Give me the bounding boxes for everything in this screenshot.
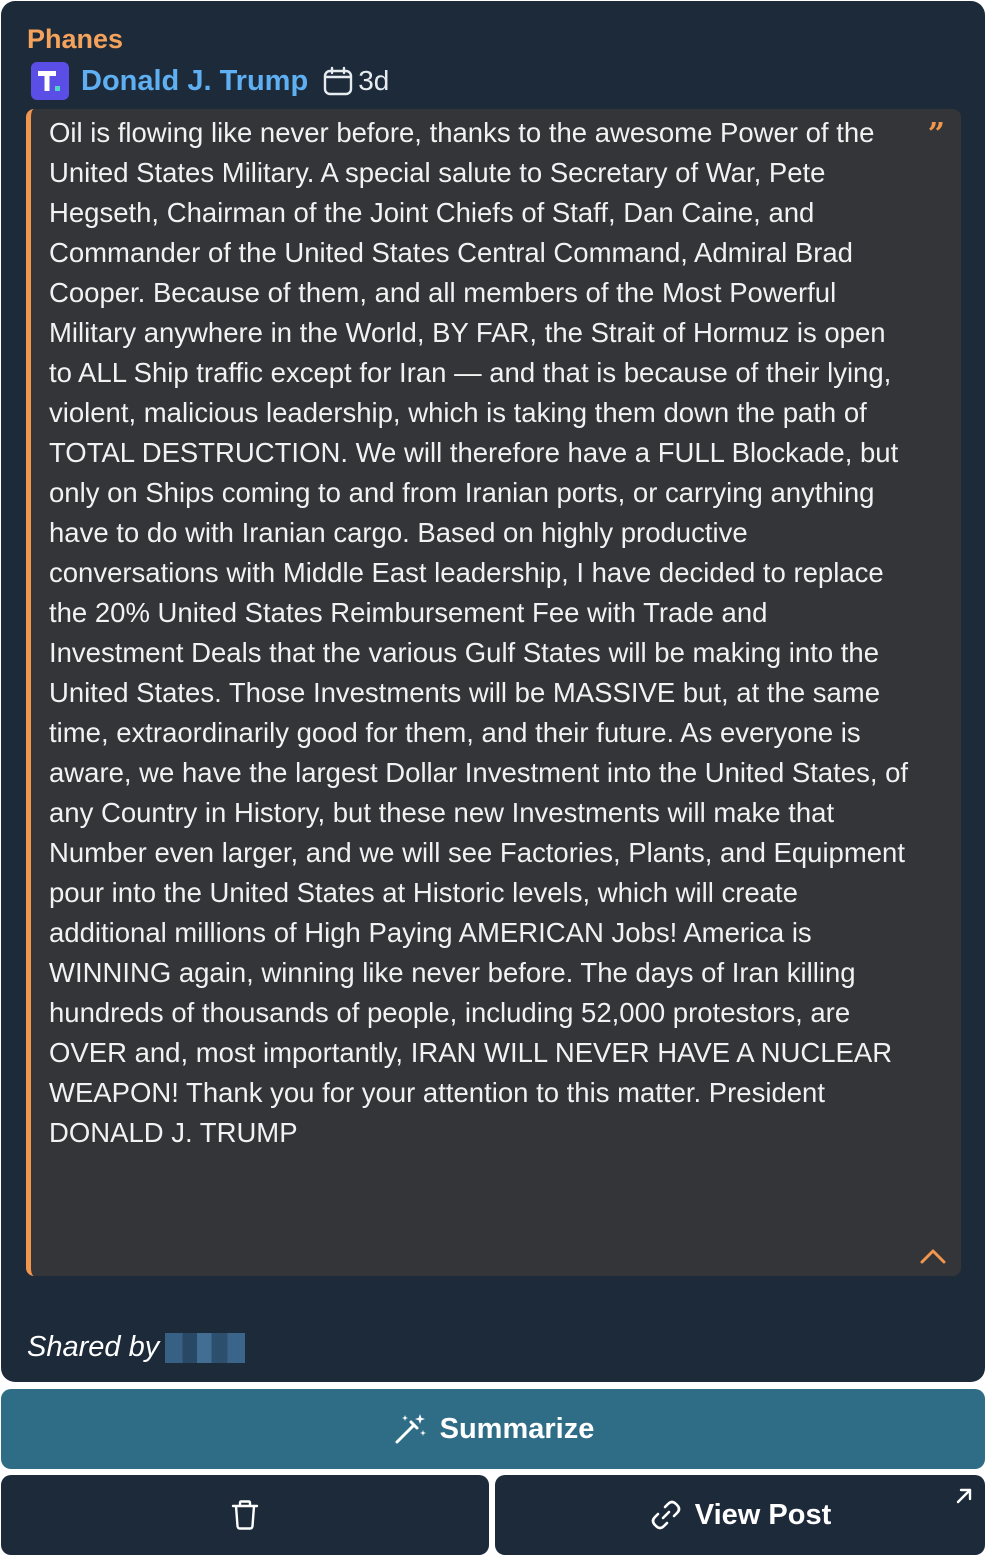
truth-social-icon xyxy=(31,62,69,100)
quote-icon: ” xyxy=(927,117,945,152)
magic-wand-icon xyxy=(395,1414,426,1444)
shared-by: Shared by xyxy=(27,1331,246,1364)
view-post-button[interactable]: View Post xyxy=(495,1475,985,1555)
shared-label: Shared by xyxy=(27,1331,160,1363)
author-name[interactable]: Donald J. Trump xyxy=(81,65,308,98)
calendar-icon xyxy=(323,66,353,96)
external-link-icon xyxy=(956,1488,972,1504)
link-icon xyxy=(651,1500,681,1530)
source-name: Phanes xyxy=(27,24,124,54)
delete-button[interactable] xyxy=(1,1475,489,1555)
view-post-label: View Post xyxy=(694,1498,832,1531)
post-card: Phanes Donald J. Trump 3d Oil is flowing… xyxy=(1,1,985,1382)
shared-by-user xyxy=(165,1332,246,1363)
summarize-button[interactable]: Summarize xyxy=(1,1389,985,1469)
summarize-label: Summarize xyxy=(439,1412,595,1445)
trash-icon xyxy=(231,1500,259,1530)
post-quote: Oil is flowing like never before, thanks… xyxy=(26,109,961,1276)
chevron-up-icon[interactable] xyxy=(919,1246,947,1266)
post-text: Oil is flowing like never before, thanks… xyxy=(49,117,909,1148)
author-row: Donald J. Trump 3d xyxy=(31,61,389,101)
post-age: 3d xyxy=(358,65,390,96)
